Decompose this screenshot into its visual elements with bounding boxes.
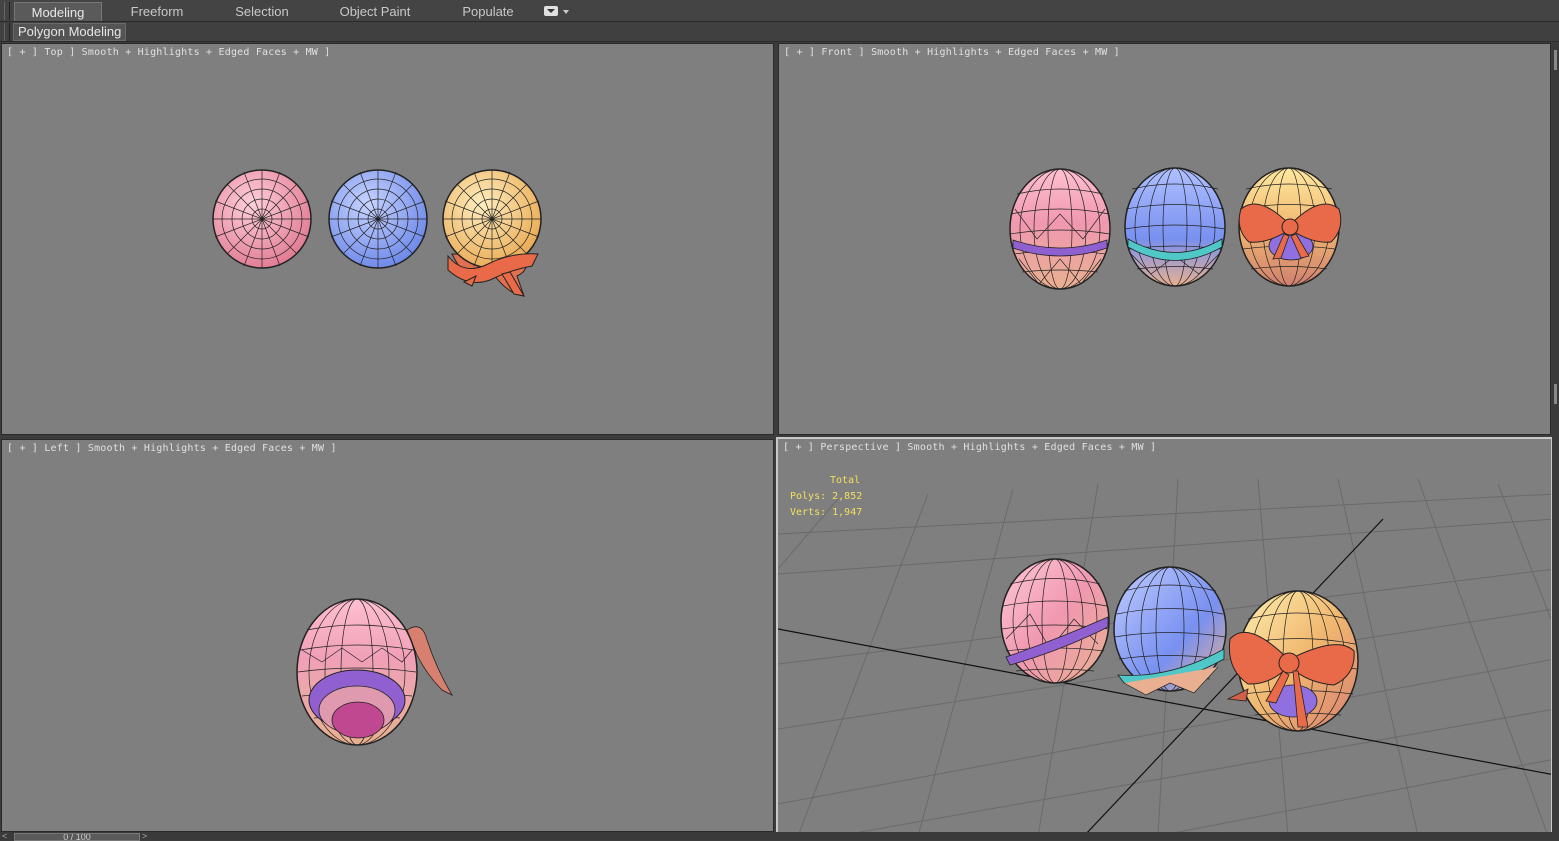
viewport-perspective[interactable]: [ + ] Perspective ] Smooth + Highlights …	[776, 437, 1553, 834]
perspective-view-scene	[778, 478, 1551, 832]
front-view-scene	[1009, 167, 1342, 290]
tab-freeform[interactable]: Freeform	[116, 2, 198, 21]
tab-selection[interactable]: Selection	[222, 2, 302, 21]
right-scroll-strip[interactable]	[1552, 44, 1559, 834]
top-view-scene	[212, 169, 542, 297]
left-view-scene	[296, 598, 454, 746]
scroll-thumb[interactable]	[1554, 50, 1557, 70]
options-dropdown-icon[interactable]	[544, 6, 570, 18]
timeline-next-button[interactable]: >	[142, 832, 152, 841]
timeline-bar: < 0 / 100 >	[0, 832, 1559, 841]
pink-egg-top	[212, 169, 312, 269]
viewport-top[interactable]: [ + ] Top ] Smooth + Highlights + Edged …	[1, 43, 774, 435]
polygon-modeling-button[interactable]: Polygon Modeling	[13, 23, 127, 41]
viewport-front[interactable]: [ + ] Front ] Smooth + Highlights + Edge…	[778, 43, 1551, 435]
ribbon-grip-handle[interactable]	[4, 2, 10, 20]
timeline-prev-button[interactable]: <	[2, 832, 12, 841]
tab-populate[interactable]: Populate	[450, 2, 526, 21]
tab-object-paint[interactable]: Object Paint	[330, 2, 420, 21]
panel-grip-handle[interactable]	[4, 23, 10, 41]
ribbon-panel: Polygon Modeling	[0, 22, 1559, 42]
ribbon-tab-bar: Modeling Freeform Selection Object Paint…	[0, 0, 1559, 22]
scroll-thumb-lower[interactable]	[1554, 384, 1557, 404]
viewport-left[interactable]: [ + ] Left ] Smooth + Highlights + Edged…	[1, 439, 774, 832]
tab-modeling[interactable]: Modeling	[14, 2, 102, 21]
